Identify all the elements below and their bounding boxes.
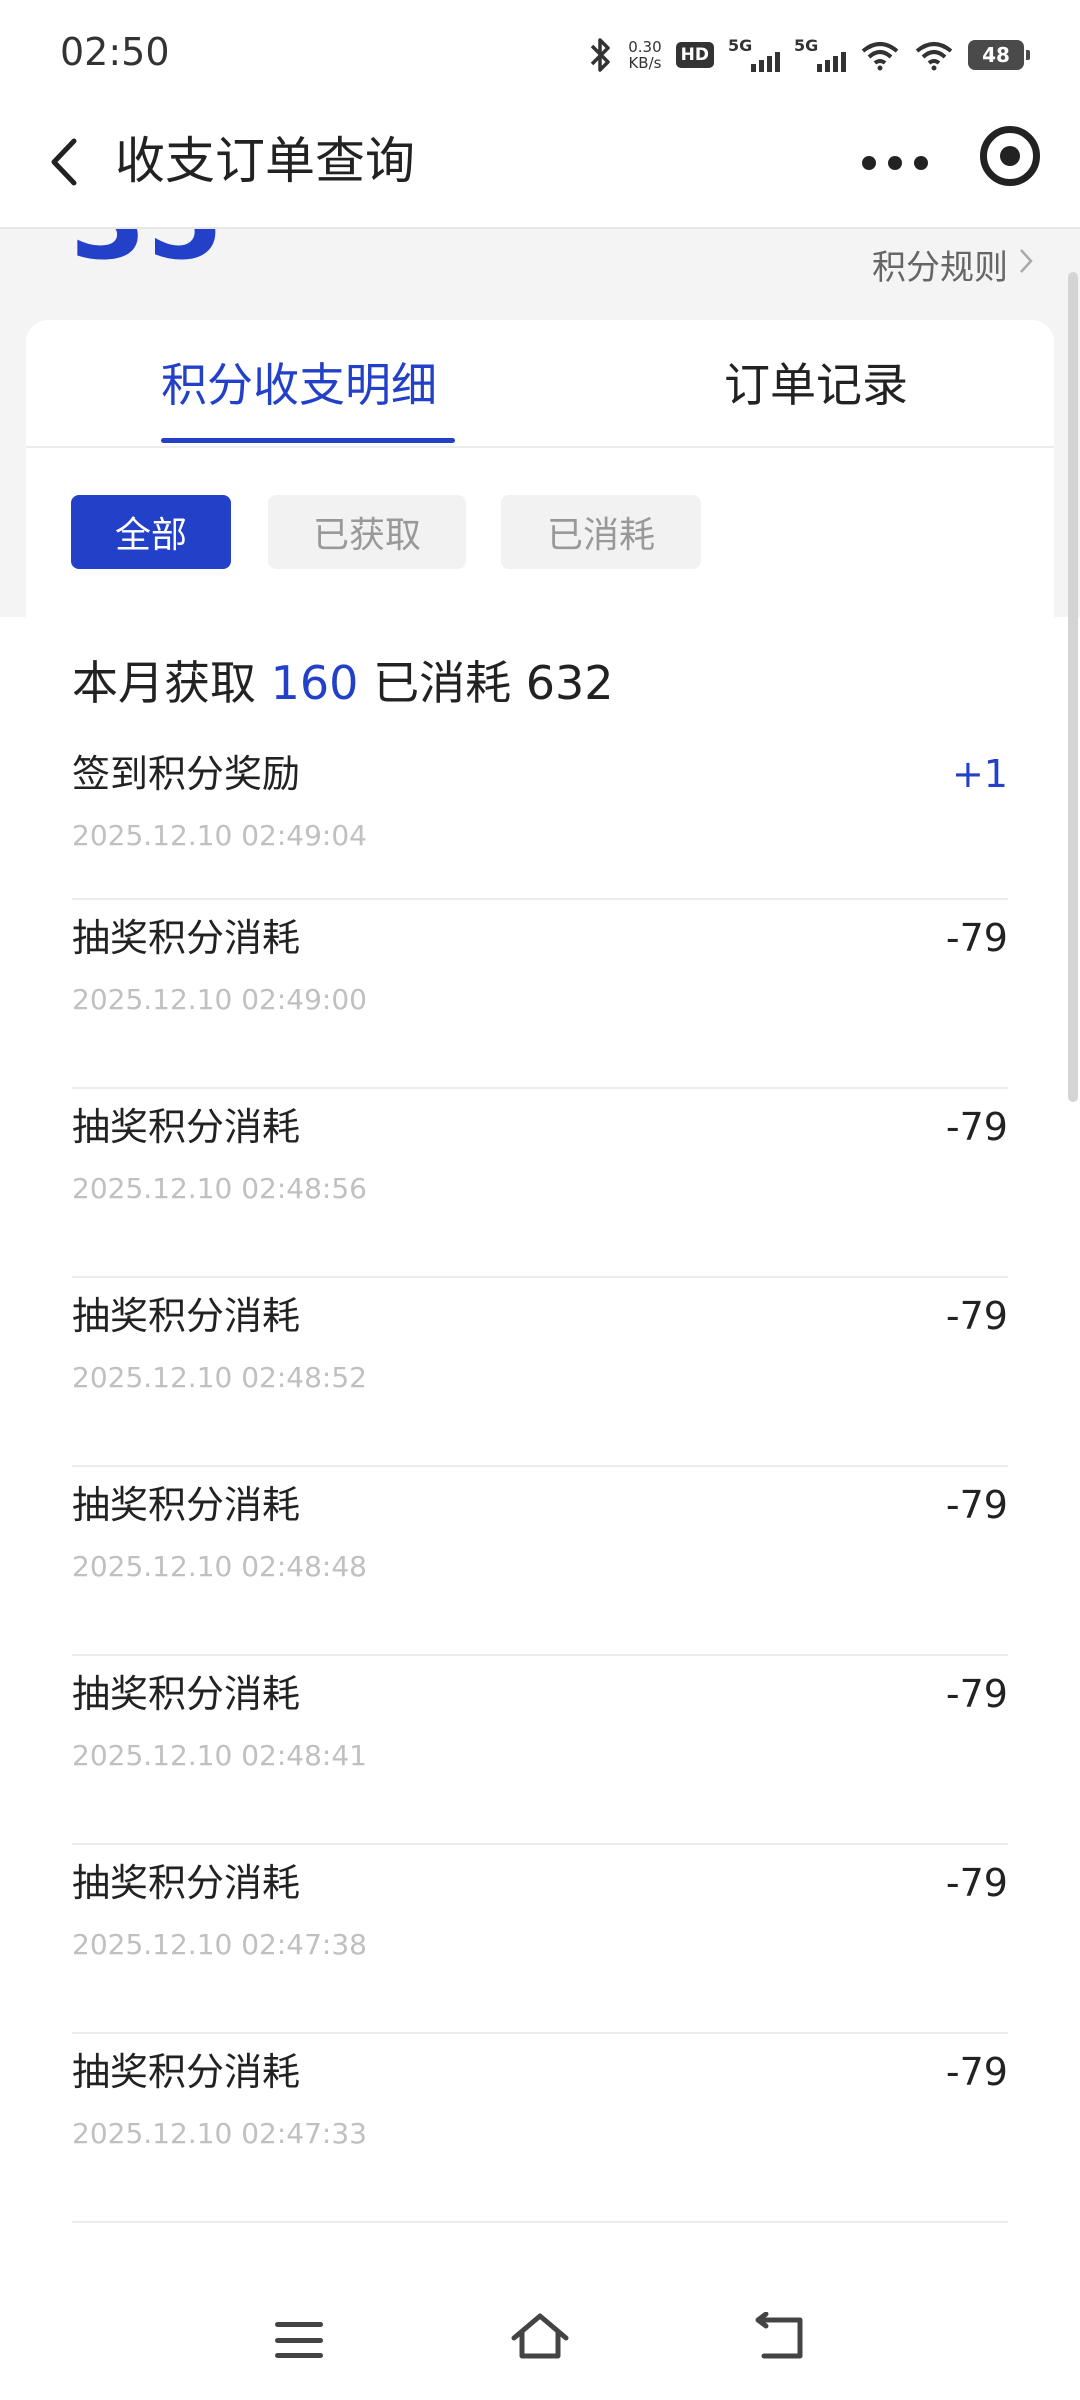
earned-label: 本月获取 (72, 656, 256, 710)
active-tab-indicator (161, 438, 455, 443)
record-time: 2025.12.10 02:47:38 (72, 1928, 367, 1961)
menu-icon[interactable] (275, 2322, 323, 2358)
home-icon[interactable] (508, 2310, 572, 2364)
chevron-right-icon (1018, 246, 1034, 284)
record-amount: -79 (945, 916, 1008, 960)
net-speed-indicator: 0.30 KB/s (628, 39, 661, 71)
app-screen: 02:50 0.30 KB/s HD 5G 5G 48 积分规则 收支订单查询 … (0, 0, 1080, 2400)
tab-points-detail[interactable]: 积分收支明细 (161, 350, 437, 420)
record-title: 签到积分奖励 (72, 752, 301, 796)
record-title: 抽奖积分消耗 (72, 2050, 301, 2094)
record-title: 抽奖积分消耗 (72, 1294, 301, 1338)
battery-icon: 48 (968, 40, 1030, 70)
list-item[interactable]: 抽奖积分消耗 2025.12.10 02:48:52 -79 (72, 1278, 1008, 1467)
list-item[interactable]: 抽奖积分消耗 2025.12.10 02:48:56 -79 (72, 1089, 1008, 1278)
signal-label: 5G (794, 36, 819, 55)
scrollbar[interactable] (1068, 272, 1078, 1102)
record-amount: -79 (945, 1105, 1008, 1149)
record-title: 抽奖积分消耗 (72, 916, 301, 960)
filter-earned-button[interactable]: 已获取 (268, 495, 466, 569)
record-title: 抽奖积分消耗 (72, 1483, 301, 1527)
list-item[interactable]: 抽奖积分消耗 2025.12.10 02:47:38 -79 (72, 1845, 1008, 2034)
earned-value: 160 (270, 656, 359, 710)
points-rules-link[interactable]: 积分规则 (872, 240, 1034, 289)
system-nav-bar (0, 2270, 1080, 2400)
points-rules-label: 积分规则 (872, 248, 1008, 288)
record-title: 抽奖积分消耗 (72, 1861, 301, 1905)
spent-value: 632 (525, 656, 614, 710)
more-icon[interactable] (862, 141, 928, 185)
list-item[interactable]: 签到积分奖励 2025.12.10 02:49:04 +1 (72, 736, 1008, 900)
target-icon[interactable] (980, 126, 1040, 186)
record-amount: +1 (951, 752, 1008, 796)
record-title: 抽奖积分消耗 (72, 1105, 301, 1149)
record-title: 抽奖积分消耗 (72, 1672, 301, 1716)
record-amount: -79 (945, 1483, 1008, 1527)
records-card: 积分收支明细 订单记录 全部 已获取 已消耗 (26, 320, 1054, 620)
nav-bar: 收支订单查询 (0, 105, 1080, 229)
record-time: 2025.12.10 02:48:52 (72, 1361, 367, 1394)
record-amount: -79 (945, 2050, 1008, 2094)
list-item[interactable]: 抽奖积分消耗 2025.12.10 02:48:41 -79 (72, 1656, 1008, 1845)
record-time: 2025.12.10 02:49:04 (72, 819, 367, 852)
record-time: 2025.12.10 02:49:00 (72, 983, 367, 1016)
wifi-icon (914, 39, 954, 71)
record-amount: -79 (945, 1672, 1008, 1716)
record-time: 2025.12.10 02:47:33 (72, 2117, 367, 2150)
net-speed-unit: KB/s (628, 54, 662, 72)
filter-spent-button[interactable]: 已消耗 (501, 495, 701, 569)
bluetooth-icon (588, 36, 614, 74)
list-item[interactable]: 抽奖积分消耗 2025.12.10 02:47:33 -79 (72, 2034, 1008, 2223)
page-title: 收支订单查询 (115, 132, 415, 190)
spent-label: 已消耗 (373, 656, 512, 710)
status-icons: 0.30 KB/s HD 5G 5G 48 (588, 30, 1030, 80)
monthly-summary: 本月获取 160 已消耗 632 (72, 648, 614, 718)
signal-icon: 5G (794, 36, 846, 74)
back-icon[interactable] (34, 127, 104, 197)
tab-order-records[interactable]: 订单记录 (724, 350, 908, 420)
record-amount: -79 (945, 1294, 1008, 1338)
back-icon[interactable] (752, 2311, 808, 2362)
wifi-icon (860, 39, 900, 71)
hd-icon: HD (675, 42, 714, 68)
list-item[interactable]: 抽奖积分消耗 2025.12.10 02:49:00 -79 (72, 900, 1008, 1089)
records-list: 签到积分奖励 2025.12.10 02:49:04 +1 抽奖积分消耗 202… (72, 736, 1008, 2223)
filter-all-button[interactable]: 全部 (71, 495, 231, 569)
list-item[interactable]: 抽奖积分消耗 2025.12.10 02:48:48 -79 (72, 1467, 1008, 1656)
status-time: 02:50 (60, 30, 170, 74)
record-time: 2025.12.10 02:48:56 (72, 1172, 367, 1205)
record-time: 2025.12.10 02:48:41 (72, 1739, 367, 1772)
signal-icon: 5G (728, 36, 780, 74)
signal-label: 5G (728, 36, 753, 55)
net-speed-value: 0.30 (628, 38, 662, 56)
status-bar: 02:50 0.30 KB/s HD 5G 5G 48 (0, 0, 1080, 105)
divider (26, 446, 1054, 448)
record-time: 2025.12.10 02:48:48 (72, 1550, 367, 1583)
record-amount: -79 (945, 1861, 1008, 1905)
